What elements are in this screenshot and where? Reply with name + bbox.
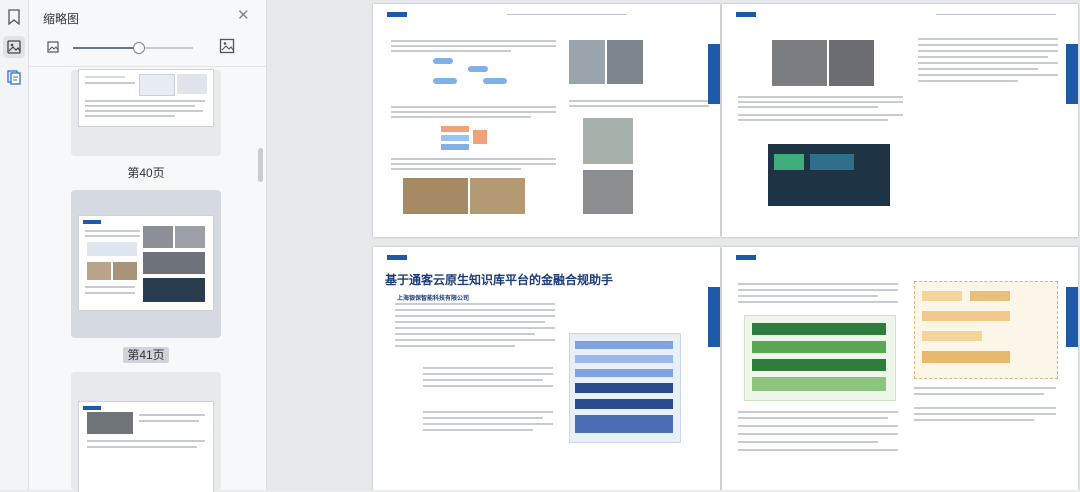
page-42: 基于通客云原生知识库平台的金融合规助手 上海银保智能科技有限公司: [373, 247, 720, 490]
thumbnail-label-selected: 第41页: [71, 346, 221, 363]
thumbnail-page-41[interactable]: [71, 190, 221, 338]
thumbnail-page-42[interactable]: [71, 372, 221, 492]
image-large-icon[interactable]: [219, 38, 235, 54]
thumbnail-label: 第40页: [127, 166, 165, 180]
page-43: [722, 247, 1078, 490]
article-title: 基于通客云原生知识库平台的金融合规助手: [385, 273, 614, 287]
left-toolbar: [0, 0, 29, 490]
thumbnail-image: [79, 70, 213, 126]
image-small-icon[interactable]: [47, 41, 59, 53]
close-icon[interactable]: ✕: [237, 8, 250, 24]
zoom-slider-fill: [73, 47, 139, 49]
zoom-slider-handle[interactable]: [133, 42, 145, 54]
zoom-slider[interactable]: [73, 42, 193, 54]
company-name: 上海银保智能科技有限公司: [397, 296, 470, 302]
page-40: [373, 4, 720, 237]
thumbnail-view-icon[interactable]: [3, 36, 25, 58]
document-viewport[interactable]: 基于通客云原生知识库平台的金融合规助手 上海银保智能科技有限公司: [267, 0, 1080, 490]
annotation-icon[interactable]: [3, 66, 25, 88]
panel-divider: [29, 66, 266, 67]
thumbnail-image: [79, 216, 213, 310]
zoom-control: [43, 37, 253, 59]
bookmark-icon[interactable]: [3, 6, 25, 28]
thumbnail-scrollbar[interactable]: [258, 148, 263, 182]
thumbnail-page-40[interactable]: [71, 70, 221, 156]
page-41: [722, 4, 1078, 237]
panel-title: 缩略图: [43, 12, 80, 26]
thumbnail-image: [79, 402, 213, 492]
thumbnail-label-text: 第41页: [123, 347, 169, 363]
thumbnail-panel: 缩略图 ✕ 第40页 第41页: [29, 0, 267, 492]
